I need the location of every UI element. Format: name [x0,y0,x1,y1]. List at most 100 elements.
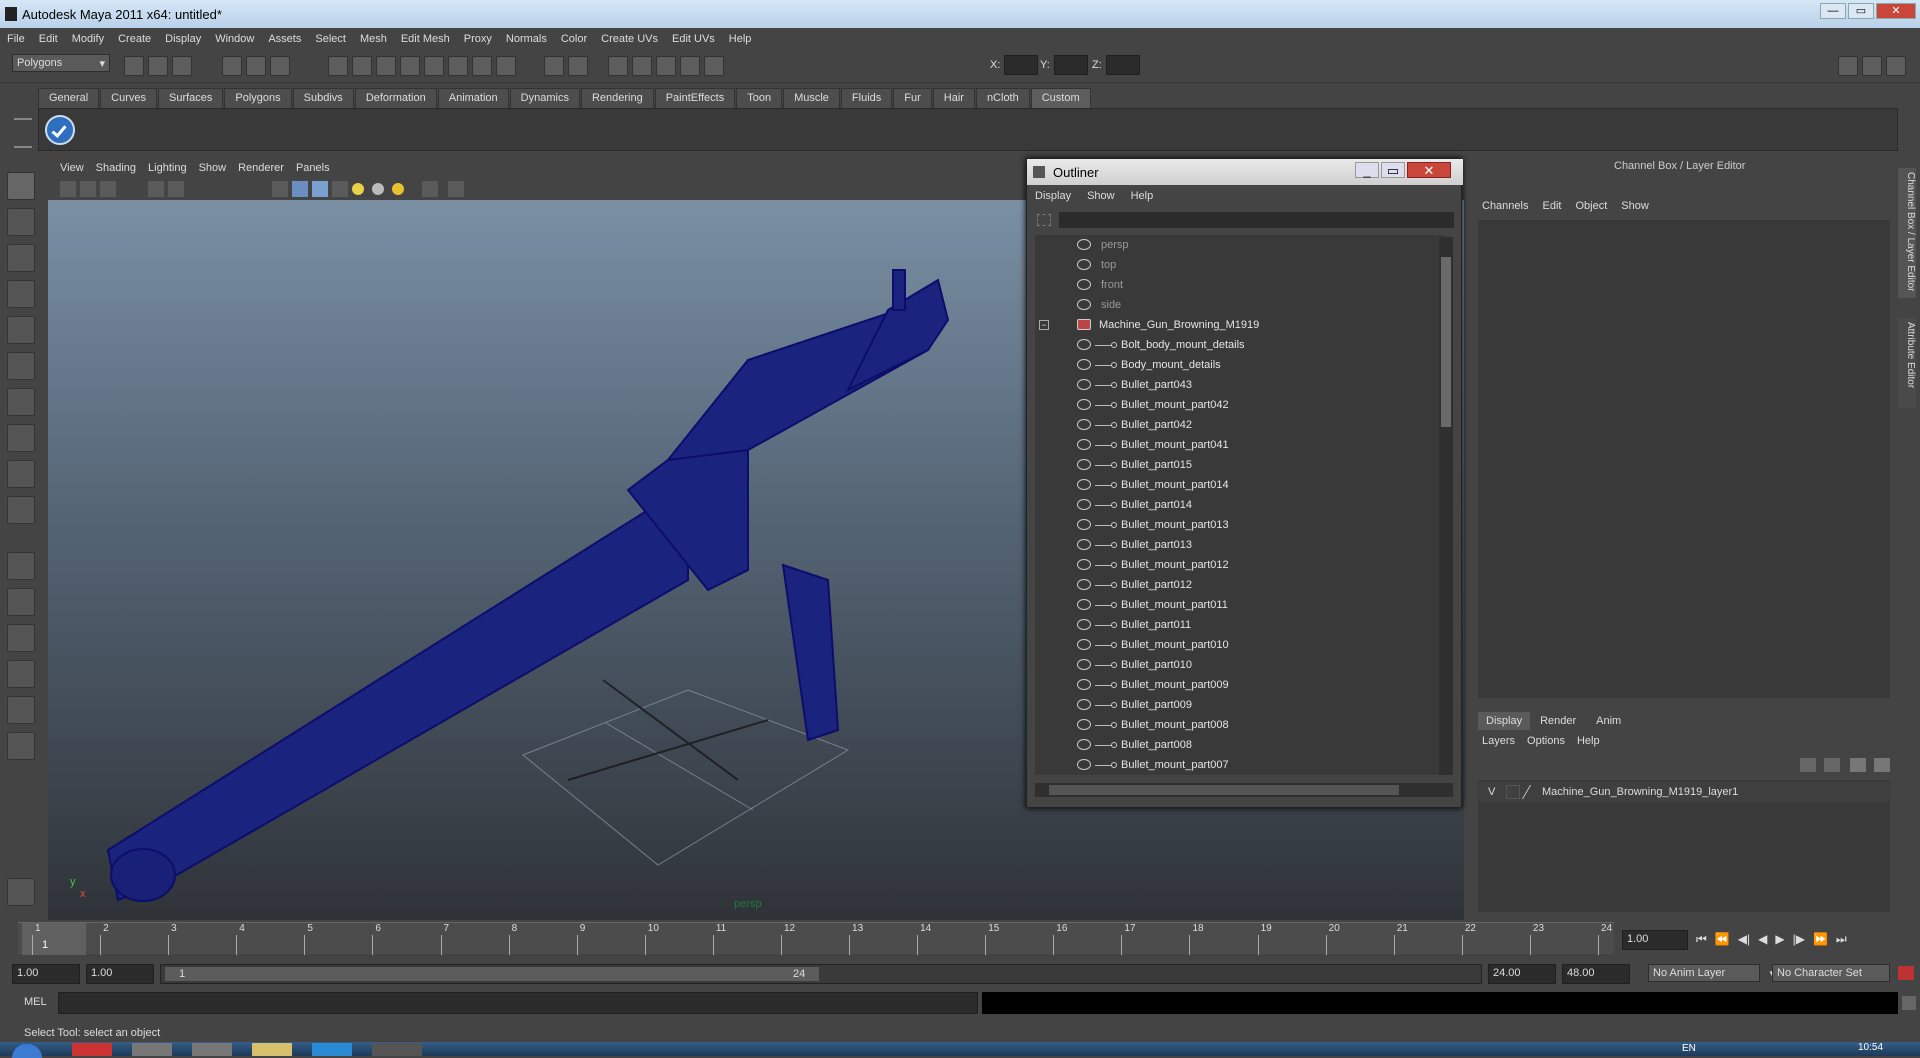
channel-menu-show[interactable]: Show [1621,200,1649,212]
shelf-tab-dynamics[interactable]: Dynamics [509,88,580,108]
lock-icon[interactable] [544,56,564,76]
construction-history-icon[interactable] [472,56,492,76]
shelf-tab-muscle[interactable]: Muscle [783,88,840,108]
toggle-tool-settings-icon[interactable] [1862,56,1882,76]
current-time-field[interactable]: 1.00 [1622,930,1688,950]
side-tab-channel-box[interactable]: Channel Box / Layer Editor [1898,168,1916,298]
outliner-mesh-item[interactable]: Body_mount_details [1035,355,1435,375]
render-settings-icon[interactable] [656,56,676,76]
render-current-icon[interactable] [608,56,628,76]
toggle-attribute-editor-icon[interactable] [1838,56,1858,76]
viewport-menu-lighting[interactable]: Lighting [142,160,193,178]
snap-plane-icon[interactable] [400,56,420,76]
menu-help[interactable]: Help [722,30,759,50]
select-component-icon[interactable] [270,56,290,76]
shelf-tab-curves[interactable]: Curves [100,88,157,108]
select-object-icon[interactable] [246,56,266,76]
new-scene-icon[interactable] [124,56,144,76]
shelf-tab-fur[interactable]: Fur [893,88,932,108]
layer-menu-help[interactable]: Help [1577,735,1600,747]
save-scene-icon[interactable] [172,56,192,76]
outliner-mesh-item[interactable]: Bullet_part012 [1035,575,1435,595]
bookmark-icon[interactable] [100,181,116,197]
auto-key-icon[interactable] [1898,966,1914,980]
outliner-mesh-item[interactable]: Bullet_mount_part011 [1035,595,1435,615]
menu-set-dropdown[interactable]: Polygons ▾ [12,54,110,72]
outliner-filter-input[interactable] [1059,212,1454,228]
outliner-layout-icon[interactable] [7,732,35,760]
rotate-tool-icon[interactable] [7,316,35,344]
shelf-tab-ncloth[interactable]: nCloth [975,88,1030,108]
shelf-tab-surfaces[interactable]: Surfaces [157,88,224,108]
outliner-mesh-item[interactable]: Bullet_part008 [1035,735,1435,755]
step-back-key-icon[interactable]: ⏪ [1715,932,1730,947]
hypershade-layout-icon[interactable] [7,696,35,724]
menu-edit[interactable]: Edit [32,30,65,50]
character-set-dropdown[interactable]: No Character Set [1772,964,1890,982]
outliner-mesh-item[interactable]: Bullet_mount_part041 [1035,435,1435,455]
collapse-toggle-icon[interactable]: − [1039,320,1049,330]
outliner-mesh-item[interactable]: Bullet_mount_part012 [1035,555,1435,575]
script-editor-icon[interactable] [1902,996,1916,1010]
make-live-icon[interactable] [424,56,444,76]
menu-edit-uvs[interactable]: Edit UVs [665,30,722,50]
layer-row[interactable]: V Machine_Gun_Browning_M1919_layer1 [1478,782,1890,802]
channel-list-area[interactable] [1478,220,1890,698]
manipulator-tool-icon[interactable] [7,388,35,416]
show-manipulator-icon[interactable] [7,460,35,488]
menu-assets[interactable]: Assets [261,30,308,50]
viewport-menu-panels[interactable]: Panels [290,160,336,178]
x-field[interactable] [1004,55,1038,75]
shelf-tab-deformation[interactable]: Deformation [354,88,437,108]
step-back-frame-icon[interactable]: ◀| [1738,932,1750,947]
magnet-icon[interactable] [704,56,724,76]
outliner-horizontal-scrollbar[interactable] [1035,783,1453,797]
channel-menu-edit[interactable]: Edit [1542,200,1561,212]
outliner-camera-item[interactable]: top [1035,255,1435,275]
smooth-shade-icon[interactable] [292,181,308,197]
layer-remove-icon[interactable] [1874,758,1890,772]
outliner-maximize-button[interactable]: ▭ [1381,162,1405,178]
go-to-start-icon[interactable]: ⏮ [1696,932,1707,947]
outliner-group-item[interactable]: − Machine_Gun_Browning_M1919 [1035,315,1435,335]
step-forward-key-icon[interactable]: ⏩ [1813,932,1828,947]
play-backward-icon[interactable]: ◀ [1758,932,1767,947]
isolate-select-icon[interactable] [422,181,438,197]
outliner-close-button[interactable]: ✕ [1407,162,1451,178]
command-input[interactable] [58,992,978,1014]
shelf-tab-hair[interactable]: Hair [932,88,975,108]
select-tool-icon[interactable] [7,172,35,200]
range-handle[interactable]: 1 24 [165,967,819,981]
outliner-mesh-item[interactable]: Bullet_part042 [1035,415,1435,435]
outliner-menu-help[interactable]: Help [1123,187,1162,207]
viewport-menu-renderer[interactable]: Renderer [232,160,290,178]
filter-options-icon[interactable] [1037,214,1051,226]
taskbar-chrome-icon[interactable] [72,1043,112,1056]
outliner-mesh-item[interactable]: Bullet_mount_part007 [1035,755,1435,775]
outliner-mesh-item[interactable]: Bullet_part009 [1035,695,1435,715]
hypershade-icon[interactable] [680,56,700,76]
layer-menu-options[interactable]: Options [1527,735,1565,747]
default-light-icon[interactable] [352,183,364,195]
outliner-mesh-item[interactable]: Bullet_mount_part013 [1035,515,1435,535]
last-tool-icon[interactable] [7,496,35,524]
single-pane-layout-icon[interactable] [7,552,35,580]
lasso-tool-icon[interactable] [7,208,35,236]
anim-layer-dropdown[interactable]: No Anim Layer▾ [1648,964,1775,982]
outliner-mesh-item[interactable]: Bullet_mount_part014 [1035,475,1435,495]
scale-tool-icon[interactable] [7,352,35,380]
layer-tab-render[interactable]: Render [1530,712,1586,730]
checkmark-shelf-icon[interactable] [45,115,75,145]
menu-edit-mesh[interactable]: Edit Mesh [394,30,457,50]
paint-select-tool-icon[interactable] [7,244,35,272]
menu-display[interactable]: Display [158,30,208,50]
viewport-menu-show[interactable]: Show [193,160,233,178]
layer-menu-layers[interactable]: Layers [1482,735,1515,747]
toggle-channel-box-icon[interactable] [1886,56,1906,76]
camera-attributes-icon[interactable] [80,181,96,197]
shelf-tab-toon[interactable]: Toon [736,88,783,108]
outliner-mesh-item[interactable]: Bullet_mount_part009 [1035,675,1435,695]
persp-outliner-layout-icon[interactable] [7,624,35,652]
outliner-menu-display[interactable]: Display [1027,187,1079,207]
shadows-icon[interactable] [392,183,404,195]
